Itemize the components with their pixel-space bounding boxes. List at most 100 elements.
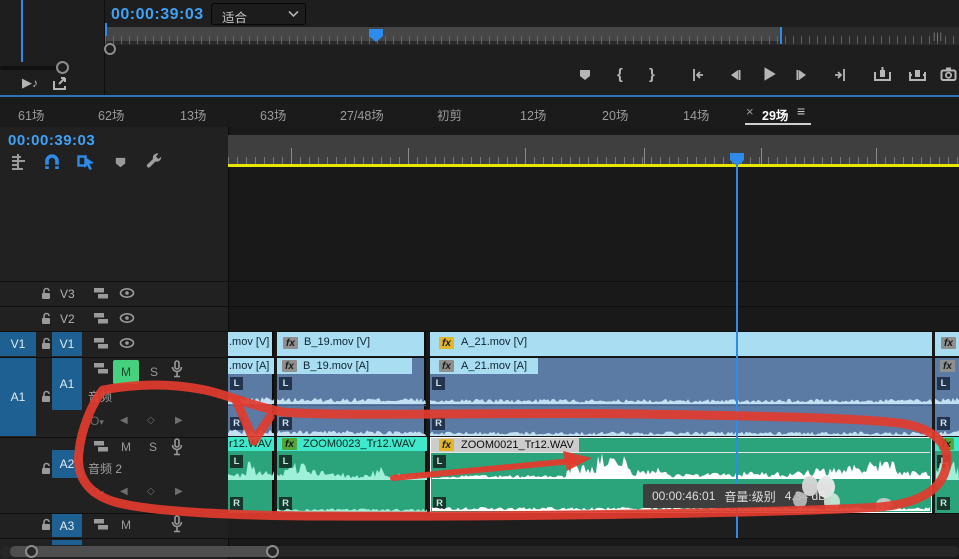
go-to-in-icon[interactable]: [690, 67, 706, 83]
sync-lock-icon[interactable]: [93, 337, 109, 350]
eye-icon[interactable]: [119, 312, 135, 324]
track-v3-label[interactable]: V3: [60, 287, 75, 301]
hscrollbar-thumb[interactable]: [10, 546, 272, 557]
mark-out-icon[interactable]: }: [649, 66, 655, 83]
clip-label: B_19.mov [V]: [304, 336, 370, 348]
add-keyframe-icon[interactable]: ◇: [147, 486, 155, 497]
clip-v1-2[interactable]: fx B_19.mov [V]: [277, 332, 426, 356]
source-patch-v1[interactable]: V1: [0, 332, 36, 356]
sync-lock-icon[interactable]: [93, 518, 109, 531]
timeline-playhead-line[interactable]: [736, 165, 738, 538]
tab-62[interactable]: 62场: [98, 105, 124, 124]
clip-title-strip: fx ZOOM0021_Tr12.WAV: [431, 438, 579, 452]
hscrollbar-right-handle[interactable]: [266, 545, 279, 558]
extract-icon[interactable]: [908, 66, 927, 83]
monitor-out-bracket[interactable]: [780, 27, 782, 44]
timeline-marker-icon[interactable]: [113, 155, 128, 170]
sync-lock-icon[interactable]: [93, 440, 109, 453]
clip-v1-3[interactable]: fx A_21.mov [V]: [430, 332, 932, 356]
left-panel-playhead[interactable]: [21, 0, 23, 62]
lock-icon[interactable]: [40, 287, 52, 300]
keyframe-toggle-icon[interactable]: O▾: [90, 414, 104, 428]
clip-label: A_21.mov [A]: [461, 360, 527, 372]
fx-badge: fx: [283, 337, 298, 349]
track-a1-name[interactable]: 音频: [88, 388, 112, 405]
timeline-timecode[interactable]: 00:00:39:03: [8, 132, 95, 149]
lock-icon[interactable]: [40, 312, 52, 325]
track-a3-select[interactable]: A3: [52, 514, 82, 537]
sync-lock-icon[interactable]: [93, 312, 109, 325]
next-keyframe-icon[interactable]: ▶: [175, 415, 183, 426]
go-to-out-icon[interactable]: [832, 67, 848, 83]
lift-icon[interactable]: [873, 66, 892, 83]
clip-v1-4[interactable]: fx: [935, 332, 959, 356]
ruler-major-tick: [291, 148, 292, 165]
source-patch-a1[interactable]: A1: [0, 358, 36, 436]
track-v2-label[interactable]: V2: [60, 312, 75, 326]
mic-icon[interactable]: [170, 360, 184, 379]
play-button-icon[interactable]: [760, 65, 778, 83]
tab-12[interactable]: 12场: [520, 105, 546, 124]
tab-14[interactable]: 14场: [683, 105, 709, 124]
linked-selection-icon[interactable]: [77, 153, 96, 171]
mute-button-a1[interactable]: M: [113, 360, 139, 384]
left-zoom-handle[interactable]: [56, 61, 69, 74]
export-frame-small-icon[interactable]: [52, 76, 68, 91]
tab-menu-icon[interactable]: ≡: [797, 103, 805, 119]
export-frame-icon[interactable]: [940, 66, 957, 82]
solo-button-a2[interactable]: S: [149, 440, 157, 454]
monitor-scroll-handle[interactable]: [104, 43, 116, 55]
display-settings-icon[interactable]: [10, 153, 28, 171]
channel-split: [430, 405, 932, 406]
add-keyframe-icon[interactable]: ◇: [147, 415, 155, 426]
track-v1-select[interactable]: V1: [52, 332, 82, 356]
channel-split: [277, 405, 426, 406]
mic-icon[interactable]: [170, 515, 184, 534]
sync-lock-icon[interactable]: [93, 287, 109, 300]
eye-icon[interactable]: [119, 337, 135, 349]
clip-title-strip: fx ZOOM0023_Tr12.WAV: [277, 437, 427, 451]
track-a2-select[interactable]: A2: [52, 450, 82, 478]
snap-icon[interactable]: [43, 153, 61, 170]
channel-label: L: [941, 378, 947, 389]
left-zoom-scrollbar[interactable]: [0, 66, 62, 70]
monitor-ruler-end-marks: |||: [933, 31, 943, 41]
wrench-icon[interactable]: [145, 152, 164, 171]
tab-chujian[interactable]: 初剪: [437, 105, 462, 124]
step-forward-icon[interactable]: [795, 67, 811, 83]
play-audio-icon[interactable]: ▶♪: [22, 75, 38, 91]
hscrollbar-left-handle[interactable]: [25, 545, 38, 558]
track-a2-name[interactable]: 音频 2: [88, 460, 122, 477]
tab-close-icon[interactable]: ×: [746, 104, 754, 119]
channel-left-badge: L: [432, 377, 445, 390]
step-back-icon[interactable]: [726, 67, 742, 83]
sync-lock-icon[interactable]: [93, 362, 109, 375]
prev-keyframe-icon[interactable]: ◀: [120, 415, 128, 426]
mute-button-a3[interactable]: M: [121, 518, 131, 532]
lock-icon[interactable]: [40, 462, 52, 475]
mic-icon[interactable]: [170, 438, 184, 457]
monitor-timecode[interactable]: 00:00:39:03: [111, 6, 204, 24]
clip-v1-1[interactable]: .mov [V]: [228, 332, 274, 356]
tab-27-48[interactable]: 27/48场: [340, 105, 384, 124]
lock-icon[interactable]: [40, 518, 52, 531]
prev-keyframe-icon[interactable]: ◀: [120, 486, 128, 497]
tooltip-timecode: 00:00:46:01: [652, 489, 715, 503]
tab-63[interactable]: 63场: [260, 105, 286, 124]
tab-20[interactable]: 20场: [602, 105, 628, 124]
zoom-level-select[interactable]: 适合: [211, 3, 306, 25]
tab-61[interactable]: 61场: [18, 105, 44, 124]
lock-icon[interactable]: [40, 390, 52, 403]
mute-button-a2[interactable]: M: [121, 440, 131, 454]
tab-13[interactable]: 13场: [180, 105, 206, 124]
mark-in-icon[interactable]: {: [617, 66, 623, 83]
track-a1-select[interactable]: A1: [52, 358, 82, 410]
tab-29-active[interactable]: 29场: [762, 105, 788, 124]
eye-icon[interactable]: [119, 287, 135, 299]
lock-icon[interactable]: [40, 337, 52, 350]
solo-button-a1[interactable]: S: [150, 365, 158, 379]
mute-label: M: [121, 365, 131, 379]
keyframe-toggle-icon[interactable]: O▾: [90, 485, 104, 499]
next-keyframe-icon[interactable]: ▶: [175, 486, 183, 497]
add-marker-icon[interactable]: [577, 67, 593, 83]
